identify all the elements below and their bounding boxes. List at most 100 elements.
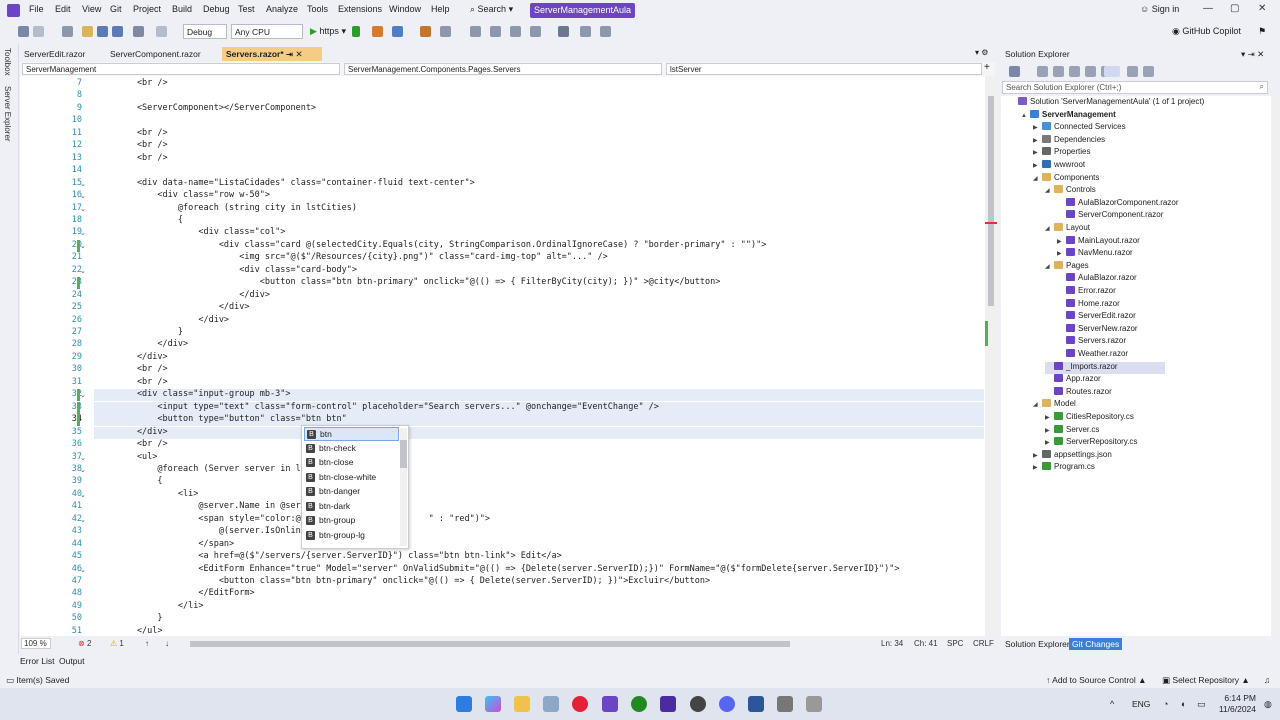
- code-line[interactable]: </span>: [96, 539, 234, 549]
- code-line[interactable]: <ul>: [96, 452, 157, 462]
- fold-toggle-icon[interactable]: ⌄: [80, 242, 86, 250]
- expand-toggle-icon[interactable]: ◢: [1045, 263, 1054, 270]
- github-copilot-button[interactable]: ◉ GitHub Copilot: [1172, 26, 1241, 37]
- xbox-icon[interactable]: [631, 696, 647, 712]
- code-line[interactable]: </div>: [96, 352, 168, 362]
- tree-node[interactable]: ▲ ServerManagement: [1021, 109, 1116, 122]
- tab-servers[interactable]: Servers.razor* ⇥ ✕: [222, 47, 322, 61]
- tree-node[interactable]: Weather.razor: [1057, 349, 1128, 361]
- tree-node[interactable]: ◢ Controls: [1045, 185, 1096, 197]
- redo-icon[interactable]: [156, 26, 167, 37]
- app-icon-9[interactable]: [777, 696, 793, 712]
- se-scroll[interactable]: [1271, 96, 1280, 636]
- pin-icon[interactable]: ⇥: [286, 49, 293, 59]
- expand-toggle-icon[interactable]: ▶: [1045, 414, 1054, 421]
- word-icon[interactable]: [748, 696, 764, 712]
- store-icon[interactable]: [543, 696, 559, 712]
- tree-node[interactable]: ◢ Components: [1033, 172, 1099, 185]
- se-sync-icon[interactable]: [1053, 66, 1064, 77]
- intellisense-item[interactable]: Bbtn-dark: [304, 500, 399, 514]
- intellisense-item[interactable]: Bbtn-close-white: [304, 471, 399, 485]
- tree-node[interactable]: ▶ CitiesRepository.cs: [1045, 412, 1134, 424]
- tree-node[interactable]: ServerEdit.razor: [1057, 311, 1136, 323]
- toolbox-tab[interactable]: Toolbox: [3, 48, 12, 76]
- tab-solution-explorer[interactable]: Solution Explorer: [1005, 639, 1070, 649]
- code-line[interactable]: <div class="input-group mb-3">: [96, 389, 291, 399]
- toolbar-icon-3[interactable]: [470, 26, 481, 37]
- intellisense-item[interactable]: Bbtn-group-lg: [304, 529, 399, 543]
- se-collapse-icon[interactable]: [1069, 66, 1080, 77]
- code-line[interactable]: <br />: [96, 439, 168, 449]
- code-editor[interactable]: 7 <br /> 8 9 <ServerComponent></ServerComp…: [20, 76, 985, 636]
- tab-overflow-icon[interactable]: ▾ ⚙: [975, 48, 988, 57]
- back-icon[interactable]: [18, 26, 29, 37]
- language-indicator[interactable]: ENG: [1132, 699, 1150, 709]
- code-line[interactable]: </div>: [96, 339, 188, 349]
- intellisense-scrollbar[interactable]: [400, 428, 407, 546]
- type-dropdown[interactable]: ServerManagement.Components.Pages.Server…: [344, 63, 662, 75]
- wifi-icon[interactable]: ◔: [1163, 699, 1168, 709]
- undo-icon[interactable]: [133, 26, 144, 37]
- code-line[interactable]: <button type="button" class="btn btn": [96, 414, 346, 424]
- zoom-dropdown[interactable]: 109 %: [21, 638, 51, 649]
- visual-studio-icon[interactable]: [602, 696, 618, 712]
- tree-node[interactable]: ◢ Layout: [1045, 223, 1090, 235]
- code-line[interactable]: {: [96, 476, 162, 486]
- menu-git[interactable]: Git: [110, 4, 122, 14]
- menu-project[interactable]: Project: [133, 4, 161, 14]
- tab-output[interactable]: Output: [59, 656, 85, 666]
- save-all-icon[interactable]: [112, 26, 123, 37]
- code-line[interactable]: <div data-name="ListaCidades" class="con…: [96, 178, 475, 188]
- split-window-icon[interactable]: +: [984, 62, 990, 73]
- menu-debug[interactable]: Debug: [203, 4, 230, 14]
- code-line[interactable]: <br />: [96, 128, 168, 138]
- member-dropdown[interactable]: lstServer: [666, 63, 982, 75]
- github-desktop-icon[interactable]: [690, 696, 706, 712]
- fold-toggle-icon[interactable]: ⌄: [80, 391, 86, 399]
- opera-icon[interactable]: [572, 696, 588, 712]
- code-line[interactable]: }: [96, 613, 162, 623]
- menu-extensions[interactable]: Extensions: [338, 4, 382, 14]
- code-line[interactable]: <div class="col">: [96, 227, 285, 237]
- app-icon-10[interactable]: [806, 696, 822, 712]
- run-button[interactable]: ▶ https ▾: [310, 26, 346, 37]
- server-explorer-tab[interactable]: Server Explorer: [3, 86, 12, 142]
- expand-toggle-icon[interactable]: ▶: [1033, 137, 1042, 144]
- se-back-icon[interactable]: [1037, 66, 1048, 77]
- fold-toggle-icon[interactable]: ⌄: [80, 192, 86, 200]
- error-count[interactable]: ⊗ 2: [78, 639, 91, 648]
- toolbar-icon-7[interactable]: [580, 26, 591, 37]
- select-repository[interactable]: ▣ Select Repository ▲: [1162, 675, 1250, 686]
- battery-icon[interactable]: ▭: [1197, 699, 1206, 710]
- tab-git-changes[interactable]: Git Changes: [1069, 638, 1123, 650]
- tab-error-list[interactable]: Error List: [20, 656, 54, 666]
- horizontal-scrollbar[interactable]: [190, 641, 790, 647]
- fold-toggle-icon[interactable]: ⌄: [80, 229, 86, 237]
- expand-toggle-icon[interactable]: ▶: [1033, 162, 1042, 169]
- expand-toggle-icon[interactable]: ◢: [1045, 187, 1054, 194]
- expand-toggle-icon[interactable]: ▶: [1045, 427, 1054, 434]
- se-home-icon[interactable]: [1009, 66, 1020, 77]
- code-line[interactable]: </ul>: [96, 626, 163, 636]
- fold-toggle-icon[interactable]: ⌄: [80, 491, 86, 499]
- tree-node[interactable]: ▶ wwwroot: [1033, 160, 1085, 172]
- tree-node[interactable]: Servers.razor: [1057, 336, 1126, 348]
- scroll-thumb[interactable]: [988, 96, 994, 306]
- forward-icon[interactable]: [33, 26, 44, 37]
- fold-toggle-icon[interactable]: ⌄: [80, 180, 86, 188]
- code-line[interactable]: <a href=@($"/servers/{server.ServerID}")…: [96, 551, 561, 561]
- tree-node[interactable]: ServerNew.razor: [1057, 323, 1138, 336]
- start-icon[interactable]: [456, 696, 472, 712]
- expand-toggle-icon[interactable]: ▶: [1057, 238, 1066, 245]
- intellisense-item[interactable]: Bbtn-check: [304, 442, 399, 456]
- solution-explorer-search[interactable]: Search Solution Explorer (Ctrl+;) ⌕: [1002, 81, 1268, 94]
- tree-node[interactable]: ▶ Server.cs: [1045, 424, 1099, 437]
- code-line[interactable]: <button class="btn btn-primary" onclick=…: [96, 576, 710, 586]
- new-project-icon[interactable]: [62, 26, 73, 37]
- code-line[interactable]: @server.Name in @server.C: [96, 501, 326, 511]
- clock-time[interactable]: 6:14 PM: [1220, 693, 1256, 703]
- next-issue-icon[interactable]: ↓: [165, 639, 169, 648]
- toolbar-icon-2[interactable]: [440, 26, 451, 37]
- code-line[interactable]: <br />: [96, 377, 168, 387]
- tree-node[interactable]: ▶ appsettings.json: [1033, 449, 1112, 462]
